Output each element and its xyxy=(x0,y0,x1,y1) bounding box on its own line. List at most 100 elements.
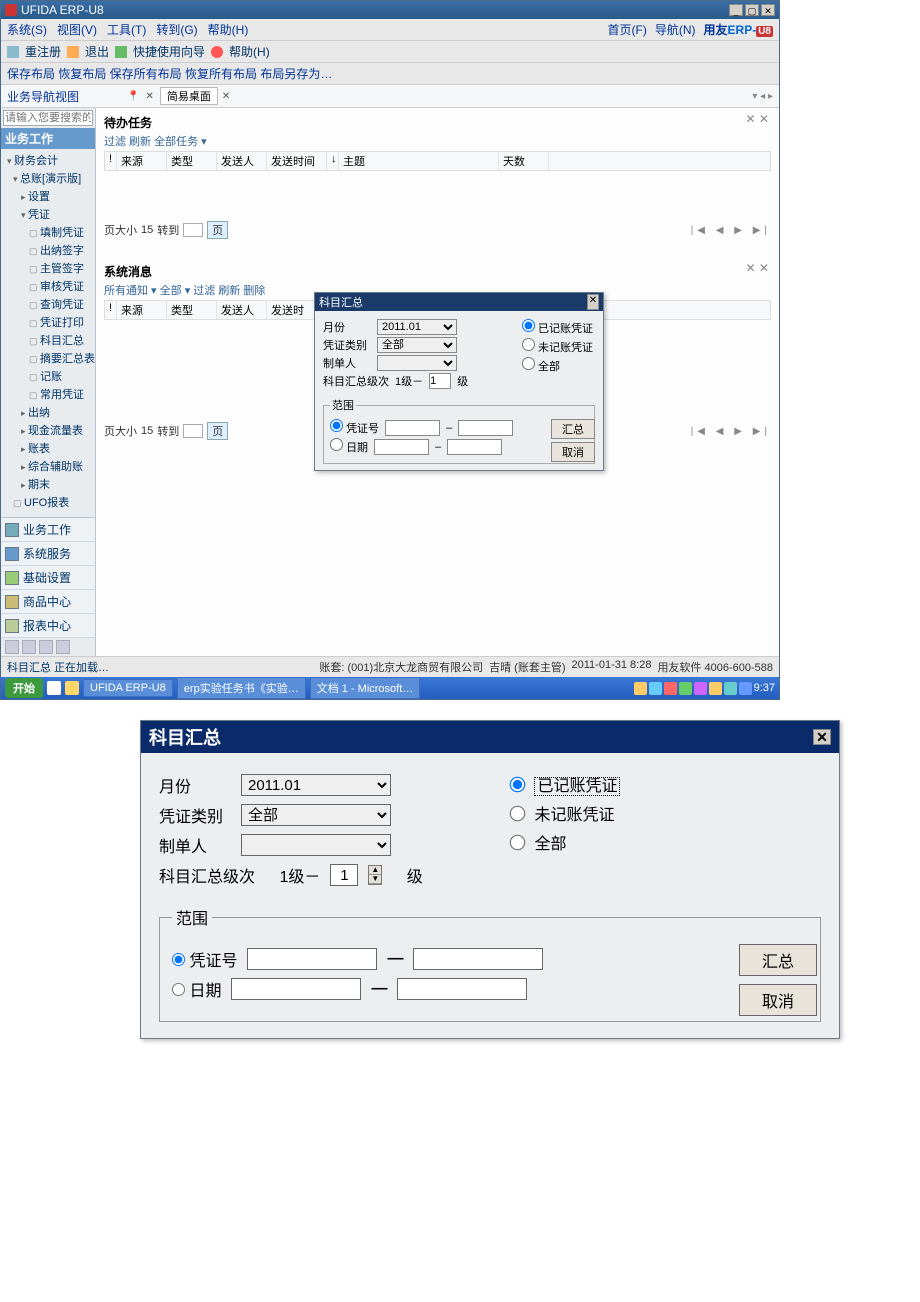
dlg-range-by-no[interactable]: 凭证号 xyxy=(172,947,237,971)
col2-type[interactable]: 类型 xyxy=(167,301,217,319)
rereg-button[interactable]: 重注册 xyxy=(25,43,61,60)
tree-gl[interactable]: 总账[演示版] xyxy=(1,169,95,187)
tree-fill-voucher[interactable]: 填制凭证 xyxy=(1,223,95,241)
dlg-date-from-s[interactable] xyxy=(374,439,429,455)
dlg-range-by-date[interactable]: 日期 xyxy=(172,977,221,1001)
tree-cashier[interactable]: 出纳 xyxy=(1,403,95,421)
mini-icon-1[interactable] xyxy=(5,640,19,654)
taskbar-app-3[interactable]: 文档 1 - Microsoft… xyxy=(310,677,421,699)
dlg-cancel-button[interactable]: 取消 xyxy=(739,984,817,1016)
dlg-type-select[interactable]: 全部 xyxy=(241,804,391,826)
tab-desktop[interactable]: 简易桌面 xyxy=(160,87,218,105)
taskbar-app-2[interactable]: erp实验任务书《实验… xyxy=(177,677,306,699)
tree-period-end[interactable]: 期末 xyxy=(1,475,95,493)
tree-cashier-sign[interactable]: 出纳签字 xyxy=(1,241,95,259)
dlg-radio-unposted-s[interactable]: 未记账凭证 xyxy=(522,338,593,355)
tree-subject-summary[interactable]: 科目汇总 xyxy=(1,331,95,349)
taskbar-app-1[interactable]: UFIDA ERP-U8 xyxy=(83,679,173,697)
tray-icon-6[interactable] xyxy=(709,682,722,695)
col-subj[interactable]: 主题 xyxy=(339,152,499,170)
col-days[interactable]: 天数 xyxy=(499,152,549,170)
pager2-page-input[interactable] xyxy=(183,424,203,438)
pager2-nav[interactable]: |◀ ◀ ▶ ▶| xyxy=(691,426,771,437)
nav-link[interactable]: 导航(N) xyxy=(655,21,696,38)
maximize-button[interactable]: ▢ xyxy=(745,4,759,16)
tree-settings[interactable]: 设置 xyxy=(1,187,95,205)
tree-cashflow[interactable]: 现金流量表 xyxy=(1,421,95,439)
col-sort-icon[interactable]: ↓ xyxy=(327,152,339,170)
pager-go-button[interactable]: 页 xyxy=(207,221,228,239)
pending-close-icon[interactable]: ✕ ✕ xyxy=(746,112,769,126)
tree-audit-voucher[interactable]: 审核凭证 xyxy=(1,277,95,295)
col-sender[interactable]: 发送人 xyxy=(217,152,267,170)
home-link[interactable]: 首页(F) xyxy=(608,21,647,38)
tree-supervisor-sign[interactable]: 主管签字 xyxy=(1,259,95,277)
nav-close-icon[interactable]: ✕ xyxy=(145,91,153,102)
dlg-sum-button[interactable]: 汇总 xyxy=(739,944,817,976)
dlg-radio-posted[interactable]: 已记账凭证 xyxy=(511,772,620,796)
quicklaunch-icon-1[interactable] xyxy=(47,681,61,695)
dlg-level-spinner[interactable]: ▲▼ xyxy=(368,865,382,885)
dlg-radio-all-s[interactable]: 全部 xyxy=(522,357,593,374)
group-base[interactable]: 基础设置 xyxy=(1,566,95,590)
pager-page-input[interactable] xyxy=(183,223,203,237)
dlg-no-to-s[interactable] xyxy=(458,420,513,436)
group-mall[interactable]: 商品中心 xyxy=(1,590,95,614)
menu-tools[interactable]: 工具(T) xyxy=(107,21,146,38)
dlg-maker-select[interactable] xyxy=(241,834,391,856)
group-report[interactable]: 报表中心 xyxy=(1,614,95,638)
tree-aux[interactable]: 综合辅助账 xyxy=(1,457,95,475)
tray-icon-8[interactable] xyxy=(739,682,752,695)
dlg-sum-button-s[interactable]: 汇总 xyxy=(551,419,595,439)
quicklaunch-icon-2[interactable] xyxy=(65,681,79,695)
pending-filter[interactable]: 过滤 刷新 全部任务 ▾ xyxy=(104,133,771,149)
dlg-close-small[interactable]: ✕ xyxy=(587,294,599,310)
tree-books[interactable]: 账表 xyxy=(1,439,95,457)
tray-icon-1[interactable] xyxy=(634,682,647,695)
col-src[interactable]: 来源 xyxy=(117,152,167,170)
dlg-type-select-s[interactable]: 全部 xyxy=(377,337,457,353)
search-input[interactable] xyxy=(3,110,93,126)
menu-view[interactable]: 视图(V) xyxy=(57,21,97,38)
dlg-no-from[interactable] xyxy=(247,948,377,970)
pager2-go-button[interactable]: 页 xyxy=(207,422,228,440)
dlg-level-input-s[interactable] xyxy=(429,373,451,389)
tray-icon-7[interactable] xyxy=(724,682,737,695)
tray-icon-3[interactable] xyxy=(664,682,677,695)
menu-system[interactable]: 系统(S) xyxy=(7,21,47,38)
layout-actions[interactable]: 保存布局 恢复布局 保存所有布局 恢复所有布局 布局另存为… xyxy=(7,67,332,81)
group-biz[interactable]: 业务工作 xyxy=(1,518,95,542)
dlg-level-input[interactable] xyxy=(330,864,358,886)
dlg-radio-posted-s[interactable]: 已记账凭证 xyxy=(522,319,593,336)
dlg-date-to[interactable] xyxy=(397,978,527,1000)
dlg-radio-unposted[interactable]: 未记账凭证 xyxy=(511,801,620,825)
dlg-radio-all[interactable]: 全部 xyxy=(511,830,620,854)
shortcut-button[interactable]: 快捷使用向导 xyxy=(133,43,205,60)
dlg-date-to-s[interactable] xyxy=(447,439,502,455)
tree-post[interactable]: 记账 xyxy=(1,367,95,385)
tray-icon-4[interactable] xyxy=(679,682,692,695)
dlg-close-button[interactable]: ✕ xyxy=(813,729,831,745)
start-button[interactable]: 开始 xyxy=(5,678,43,698)
tree-digest-summary[interactable]: 摘要汇总表 xyxy=(1,349,95,367)
tree-query-voucher[interactable]: 查询凭证 xyxy=(1,295,95,313)
close-button[interactable]: ✕ xyxy=(761,4,775,16)
col-type[interactable]: 类型 xyxy=(167,152,217,170)
dlg-range-no-s[interactable]: 凭证号 xyxy=(330,419,379,436)
tree-voucher[interactable]: 凭证 xyxy=(1,205,95,223)
dlg-month-select-s[interactable]: 2011.01 xyxy=(377,319,457,335)
exit-button[interactable]: 退出 xyxy=(85,43,109,60)
spin-down-icon[interactable]: ▼ xyxy=(369,875,381,884)
sysmsg-close-icon[interactable]: ✕ ✕ xyxy=(746,261,769,275)
panel-pin-icon[interactable]: ▾ ◂ ▸ xyxy=(752,91,773,102)
tree-ufo[interactable]: UFO报表 xyxy=(1,493,95,511)
minimize-button[interactable]: _ xyxy=(729,4,743,16)
pin-icon[interactable]: 📍 xyxy=(127,91,139,102)
pager-nav[interactable]: |◀ ◀ ▶ ▶| xyxy=(691,225,771,236)
menu-help[interactable]: 帮助(H) xyxy=(208,21,249,38)
mini-icon-3[interactable] xyxy=(39,640,53,654)
tray-icon-5[interactable] xyxy=(694,682,707,695)
col2-time[interactable]: 发送时 xyxy=(267,301,317,319)
col2-sender[interactable]: 发送人 xyxy=(217,301,267,319)
dlg-cancel-button-s[interactable]: 取消 xyxy=(551,442,595,462)
